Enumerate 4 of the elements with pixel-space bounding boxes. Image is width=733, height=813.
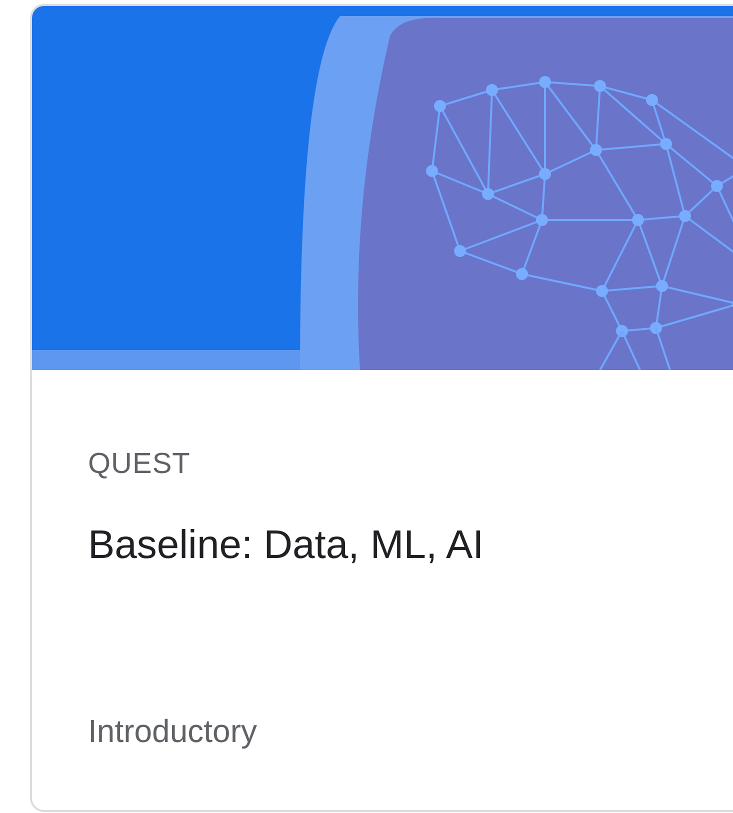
card-title: Baseline: Data, ML, AI bbox=[88, 523, 485, 568]
card-category: QUEST bbox=[88, 448, 192, 481]
card-difficulty: Introductory bbox=[88, 713, 258, 750]
course-card[interactable]: QUEST Baseline: Data, ML, AI Introductory bbox=[30, 4, 733, 812]
